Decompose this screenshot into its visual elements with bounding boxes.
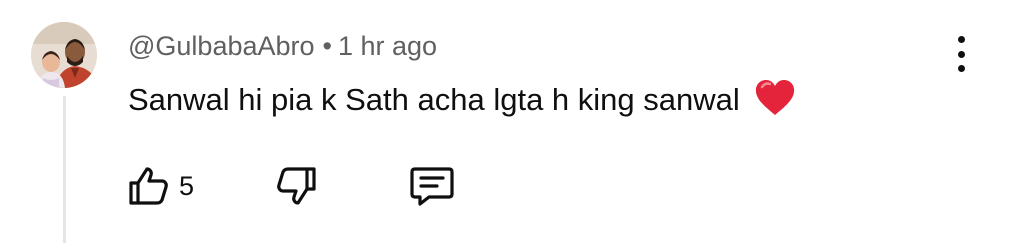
more-options-button[interactable] (944, 34, 978, 74)
thumbs-down-icon (277, 167, 316, 205)
dot (957, 50, 965, 58)
thread-line (63, 96, 66, 243)
like-button[interactable]: 5 (126, 164, 194, 208)
vertical-dots-icon (957, 36, 965, 43)
like-count: 5 (179, 170, 195, 201)
comment-text: Sanwal hi pia k Sath acha lgta h king sa… (128, 82, 740, 117)
meta-separator: • (322, 31, 332, 61)
comment-reply-icon (410, 167, 454, 206)
comment-meta: @GulbabaAbro • 1 hr ago (128, 26, 437, 66)
avatar[interactable] (31, 22, 97, 88)
red-heart-icon (756, 80, 795, 115)
comment-time[interactable]: 1 hr ago (338, 31, 437, 61)
dislike-button[interactable] (275, 164, 319, 208)
author-name[interactable]: @GulbabaAbro (128, 31, 315, 61)
reply-button[interactable] (409, 164, 455, 208)
thumbs-up-icon (129, 167, 168, 205)
avatar-image (31, 22, 97, 88)
dot (957, 65, 965, 72)
comment-body: Sanwal hi pia k Sath acha lgta h king sa… (128, 78, 796, 122)
